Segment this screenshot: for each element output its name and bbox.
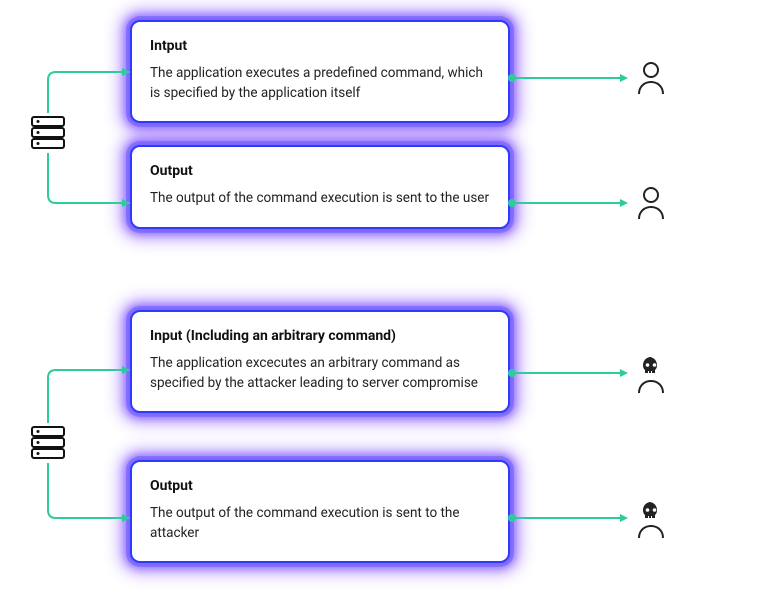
attacker-icon — [635, 500, 667, 536]
attacker-icon — [635, 355, 667, 391]
card-title: Intput — [150, 38, 490, 54]
card-attack-input: Input (Including an arbitrary command) T… — [130, 310, 510, 413]
server-icon — [30, 425, 66, 461]
user-icon — [635, 60, 667, 96]
server-icon — [30, 115, 66, 151]
card-body: The output of the command execution is s… — [150, 504, 490, 543]
card-body: The application executes a predefined co… — [150, 64, 490, 103]
card-body: The application excecutes an arbitrary c… — [150, 354, 490, 393]
card-attack-output: Output The output of the command executi… — [130, 460, 510, 563]
card-normal-output: Output The output of the command executi… — [130, 145, 510, 229]
card-body: The output of the command execution is s… — [150, 189, 490, 209]
card-title: Output — [150, 163, 490, 179]
card-title: Input (Including an arbitrary command) — [150, 328, 490, 344]
card-normal-input: Intput The application executes a predef… — [130, 20, 510, 123]
card-title: Output — [150, 478, 490, 494]
user-icon — [635, 185, 667, 221]
